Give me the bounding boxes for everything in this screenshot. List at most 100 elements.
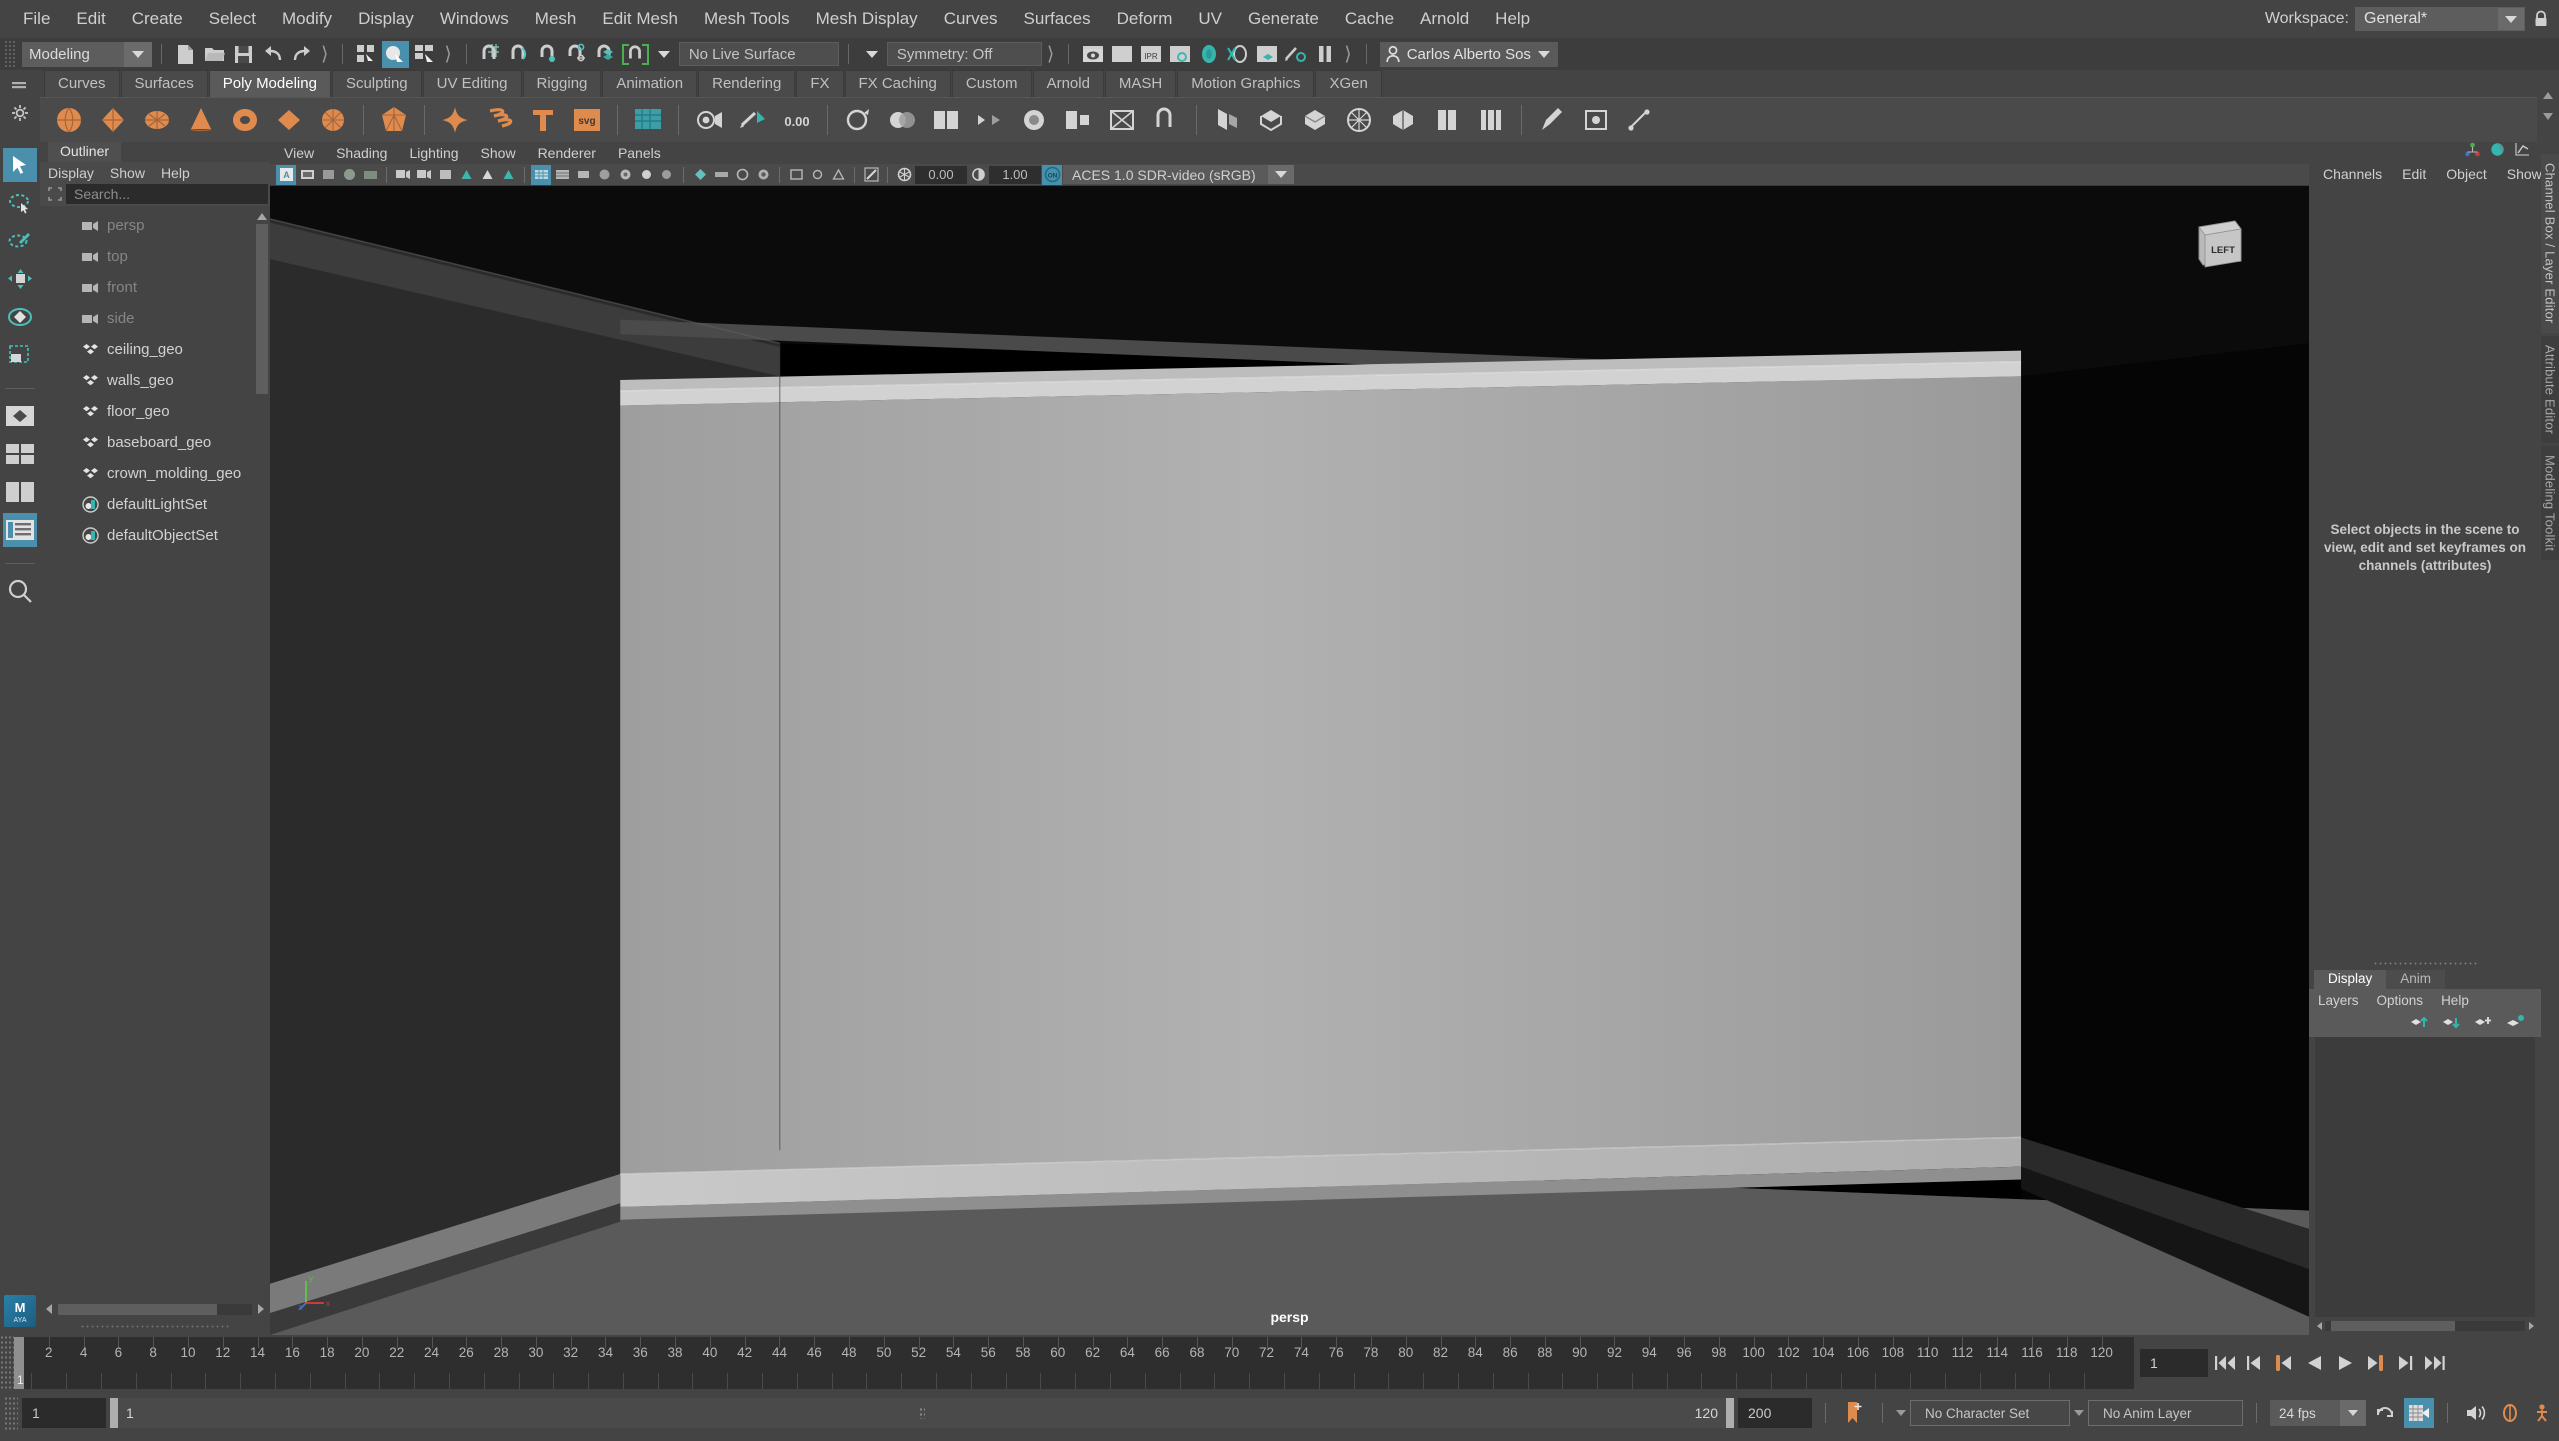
select-by-object-type-button[interactable]	[382, 40, 410, 68]
light-editor-button[interactable]	[1282, 41, 1309, 68]
save-scene-button[interactable]	[230, 41, 257, 68]
audio-toggle-icon[interactable]	[2461, 1398, 2491, 1428]
shadows-icon[interactable]	[657, 165, 677, 185]
live-surface-field[interactable]: No Live Surface	[678, 42, 839, 66]
grease-pencil-icon[interactable]	[393, 165, 413, 185]
outliner-list[interactable]: persp top front side ceiling_geo walls_g…	[40, 206, 270, 1299]
playback-start-field[interactable]: 1	[22, 1398, 106, 1428]
poly-cylinder-icon[interactable]	[136, 99, 178, 141]
gamma-icon[interactable]	[968, 165, 988, 185]
boolean-union-icon[interactable]	[925, 99, 967, 141]
snap-to-curve-button[interactable]	[506, 41, 533, 68]
poly-sphere-icon[interactable]	[48, 99, 90, 141]
timeline-grip[interactable]	[0, 1335, 14, 1391]
outliner-menu-help[interactable]: Help	[161, 165, 190, 181]
depth-of-field-icon[interactable]	[753, 165, 773, 185]
persp-viewport[interactable]: LEFT y x z persp	[270, 186, 2309, 1335]
outliner-item-default-light-set[interactable]: defaultLightSet	[40, 489, 270, 520]
rotate-tool-icon[interactable]	[3, 300, 37, 334]
poly-plane-icon[interactable]	[268, 99, 310, 141]
shelf-tab-fx[interactable]: FX	[796, 70, 844, 97]
step-back-button[interactable]	[2241, 1349, 2268, 1377]
menu-arnold[interactable]: Arnold	[1407, 6, 1482, 32]
menu-help[interactable]: Help	[1482, 6, 1543, 32]
outliner-resize-grip[interactable]	[40, 1319, 270, 1335]
textured-icon[interactable]	[615, 165, 635, 185]
exposure-value[interactable]: 0.00	[915, 165, 967, 184]
viewport-menu-show[interactable]: Show	[481, 145, 516, 161]
outliner-item-floor-geo[interactable]: floor_geo	[40, 396, 270, 427]
snap-to-projected-center-button[interactable]	[564, 41, 591, 68]
menu-set-dropdown[interactable]: Modeling	[22, 41, 152, 67]
render-setup-button[interactable]	[1253, 41, 1280, 68]
extrude-icon[interactable]	[1250, 99, 1292, 141]
go-to-end-button[interactable]	[2421, 1349, 2448, 1377]
menu-curves[interactable]: Curves	[931, 6, 1011, 32]
play-backwards-button[interactable]	[2301, 1349, 2328, 1377]
render-settings-button[interactable]	[1166, 41, 1193, 68]
shelf-tab-fx-caching[interactable]: FX Caching	[844, 70, 951, 97]
anim-layer-chevron[interactable]	[2074, 1410, 2084, 1416]
outliner-item-persp[interactable]: persp	[40, 210, 270, 241]
xray-active-components-icon[interactable]	[828, 165, 848, 185]
menu-windows[interactable]: Windows	[427, 6, 522, 32]
menu-select[interactable]: Select	[196, 6, 269, 32]
user-account-chip[interactable]: Carlos Alberto Sos	[1379, 41, 1558, 67]
shelf-tab-rendering[interactable]: Rendering	[698, 70, 796, 97]
film-gate-icon[interactable]	[456, 165, 476, 185]
shelf-tab-arnold[interactable]: Arnold	[1032, 70, 1104, 97]
channelbox-menu-show[interactable]: Show	[2507, 166, 2542, 182]
light-create-icon[interactable]	[732, 99, 774, 141]
range-end-handle[interactable]	[1726, 1398, 1734, 1428]
collapse-handle[interactable]: ⟩	[316, 43, 333, 66]
menu-uv[interactable]: UV	[1185, 6, 1235, 32]
collapse-handle[interactable]: ⟩	[1339, 43, 1356, 66]
scrollbar-thumb[interactable]	[2331, 1321, 2455, 1331]
platonic-solid-icon[interactable]	[373, 99, 415, 141]
previous-key-button[interactable]	[2271, 1349, 2298, 1377]
shelf-tab-rigging[interactable]: Rigging	[522, 70, 602, 97]
workspace-dropdown[interactable]: General*	[2355, 7, 2525, 31]
scroll-up-icon[interactable]	[256, 210, 268, 222]
bevel-icon[interactable]	[1294, 99, 1336, 141]
separate-icon[interactable]	[881, 99, 923, 141]
camera-icon[interactable]	[414, 165, 434, 185]
transform-icon[interactable]	[1619, 99, 1661, 141]
viewport-menu-panels[interactable]: Panels	[618, 145, 661, 161]
menu-file[interactable]: File	[10, 6, 63, 32]
shelf-tab-mash[interactable]: MASH	[1104, 70, 1177, 97]
character-set-field[interactable]: No Character Set	[1910, 1400, 2070, 1426]
scroll-left-icon[interactable]	[42, 1302, 56, 1316]
scrollbar-track[interactable]	[2325, 1321, 2525, 1331]
menu-surfaces[interactable]: Surfaces	[1011, 6, 1104, 32]
menu-generate[interactable]: Generate	[1235, 6, 1332, 32]
menu-deform[interactable]: Deform	[1104, 6, 1186, 32]
scrollbar-thumb[interactable]	[256, 224, 268, 394]
range-slider[interactable]: 1 120	[110, 1398, 1734, 1428]
two-view-layout-icon[interactable]	[3, 475, 37, 509]
menu-modify[interactable]: Modify	[269, 6, 345, 32]
viewport-menu-view[interactable]: View	[284, 145, 314, 161]
channelbox-menu-edit[interactable]: Edit	[2402, 166, 2426, 182]
shelf-scroll-up-icon[interactable]	[2543, 92, 2553, 99]
search-icon[interactable]	[3, 574, 37, 608]
outliner-vertical-scrollbar[interactable]	[256, 210, 268, 1277]
camera-create-icon[interactable]	[688, 99, 730, 141]
redo-button[interactable]	[288, 41, 315, 68]
side-tab-attribute-editor[interactable]: Attribute Editor	[2540, 335, 2559, 443]
side-tab-modeling-toolkit[interactable]: Modeling Toolkit	[2540, 445, 2559, 560]
remesh-icon[interactable]	[1101, 99, 1143, 141]
gate-mask-icon[interactable]	[477, 165, 497, 185]
layer-horizontal-scrollbar[interactable]	[2309, 1317, 2541, 1335]
shelf-tab-sculpting[interactable]: Sculpting	[331, 70, 422, 97]
outliner-item-ceiling-geo[interactable]: ceiling_geo	[40, 334, 270, 365]
character-animation-icon[interactable]	[2529, 1398, 2559, 1428]
outliner-menu-show[interactable]: Show	[110, 165, 145, 181]
scale-tool-icon[interactable]	[3, 338, 37, 372]
move-layer-up-icon[interactable]	[2409, 1014, 2429, 1034]
scroll-right-icon[interactable]	[2525, 1322, 2537, 1330]
multi-cut-icon[interactable]	[1382, 99, 1424, 141]
shelf-tab-uv-editing[interactable]: UV Editing	[422, 70, 522, 97]
viewport-menu-lighting[interactable]: Lighting	[409, 145, 458, 161]
smooth-shade-all-icon[interactable]	[552, 165, 572, 185]
